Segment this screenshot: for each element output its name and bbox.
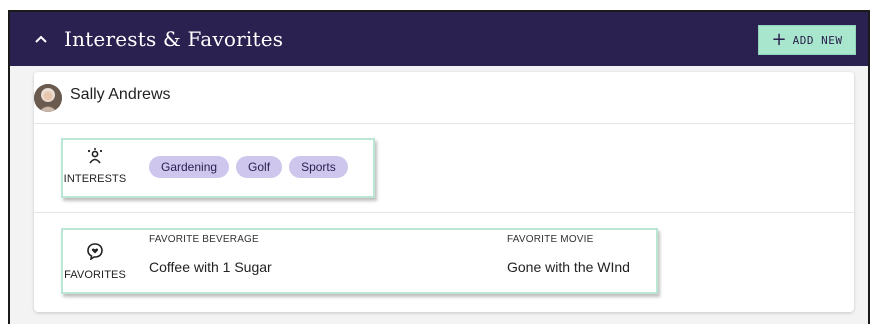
favorite-movie: FAVORITE MOVIE Gone with the WInd: [507, 234, 630, 275]
plus-icon: +: [771, 29, 787, 50]
interests-section-header: INTERESTS: [63, 148, 127, 185]
interest-tag[interactable]: Golf: [236, 156, 283, 178]
avatar[interactable]: [34, 84, 62, 112]
favorite-movie-value: Gone with the WInd: [507, 259, 630, 275]
add-new-label: ADD NEW: [792, 33, 843, 47]
panel-header: Interests & Favorites + ADD NEW: [10, 12, 868, 66]
interests-favorites-panel: Interests & Favorites + ADD NEW Sally An…: [8, 10, 870, 324]
favorites-label: FAVORITES: [64, 269, 126, 281]
favorite-beverage-value: Coffee with 1 Sugar: [149, 259, 272, 275]
favorites-section-header: FAVORITES: [63, 242, 127, 281]
user-row: Sally Andrews: [34, 72, 854, 124]
profile-card: Sally Andrews INTERESTS Gardening Golf S…: [34, 72, 854, 312]
chevron-up-icon: [35, 30, 47, 48]
favorite-beverage: FAVORITE BEVERAGE Coffee with 1 Sugar: [149, 234, 272, 275]
panel-title: Interests & Favorites: [64, 27, 284, 51]
interest-tag[interactable]: Sports: [289, 156, 348, 178]
collapse-button[interactable]: [32, 30, 50, 48]
heart-chat-icon: [86, 242, 104, 265]
person-sparkle-icon: [86, 148, 104, 169]
add-new-button[interactable]: + ADD NEW: [758, 25, 856, 55]
favorites-box: FAVORITES FAVORITE BEVERAGE Coffee with …: [61, 228, 658, 294]
favorite-beverage-label: FAVORITE BEVERAGE: [149, 234, 259, 245]
favorites-row: FAVORITES FAVORITE BEVERAGE Coffee with …: [34, 213, 854, 312]
interests-label: INTERESTS: [63, 173, 127, 185]
interest-tag[interactable]: Gardening: [149, 156, 230, 178]
interest-tags: Gardening Golf Sports: [149, 156, 348, 178]
user-name: Sally Andrews: [70, 86, 171, 103]
interests-box: INTERESTS Gardening Golf Sports: [61, 138, 375, 198]
interests-row: INTERESTS Gardening Golf Sports: [34, 124, 854, 213]
favorite-movie-label: FAVORITE MOVIE: [507, 234, 594, 245]
